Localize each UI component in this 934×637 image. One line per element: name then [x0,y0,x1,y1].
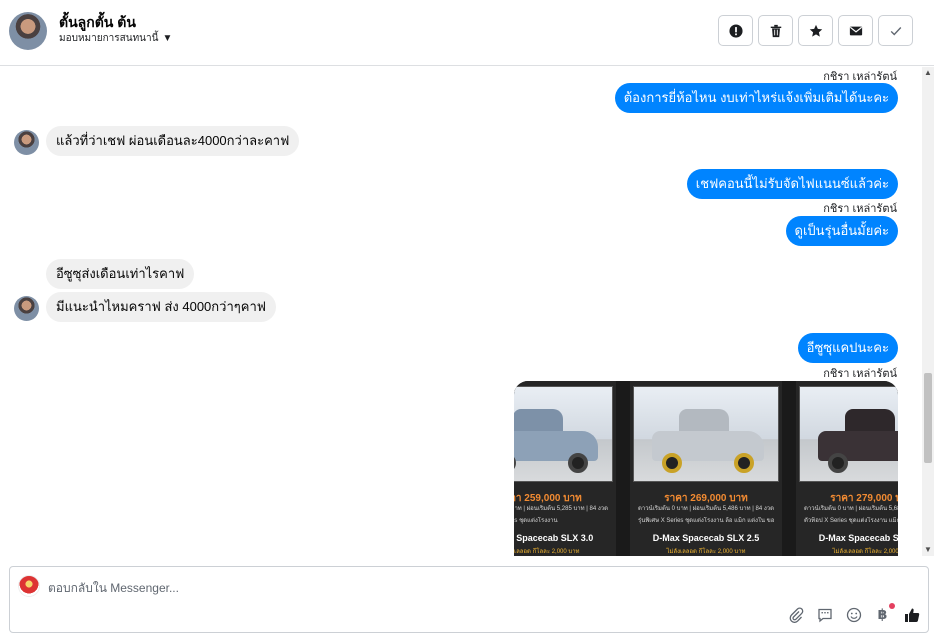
message-incoming[interactable]: แล้วที่ว่าเชฟ ผ่อนเดือนละ4000กว่าละคาฟ [46,126,300,156]
star-button[interactable] [798,15,833,46]
image-attachment[interactable]: ราคา 259,000 บาท ดาวน์เริ่มต้น 0 บาท | ผ… [514,381,898,556]
scrollbar-thumb[interactable] [924,373,932,463]
attach-button[interactable] [787,606,804,623]
wheel [828,453,848,473]
scroll-up-arrow-icon[interactable]: ▲ [922,67,934,79]
car-model: D-Max Spacecab SLX 3.0 [514,533,594,543]
sender-name: กชิรา เหล่ารัตน์ [823,368,897,380]
message-incoming[interactable]: มีแนะนำไหมคราฟ ส่ง 4000กว่าๆคาฟ [46,292,276,322]
car-finance: ดาวน์เริ่มต้น 0 บาท | ผ่อนเริ่มต้น 5,285… [514,506,608,512]
car-model: D-Max Spacecab SLX 3.0 [818,533,898,543]
conversation-header: ตั้นลูกตั้น ต้น มอบหมายการสนทนานี้ ▼ [0,0,934,66]
car-price: ราคา 259,000 บาท [514,493,582,504]
composer-tools: ฿ [787,603,920,623]
mail-button[interactable] [838,15,873,46]
car-card: ราคา 269,000 บาท ดาวน์เริ่มต้น 0 บาท | ผ… [630,381,782,556]
caret-down-icon: ▼ [162,32,173,44]
scroll-down-arrow-icon[interactable]: ▼ [922,544,934,556]
like-button[interactable] [903,606,920,623]
delete-button[interactable] [758,15,793,46]
contact-avatar[interactable] [9,12,47,50]
wheel [568,453,588,473]
wheel [734,453,754,473]
car-footer: ไม่ลังเลลอด กีโลละ 2,000 บาท [666,549,746,555]
header-actions [718,15,913,46]
car-footer: ไม่ลังเลลอด กีโลละ 2,000 บาท [514,549,580,555]
reply-input[interactable] [48,579,648,597]
message-incoming[interactable]: อีซูซุส่งเดือนเท่าไรคาฟ [46,259,195,289]
car-finance: ดาวน์เริ่มต้น 0 บาท | ผ่อนเริ่มต้น 5,689… [804,506,898,512]
message-outgoing[interactable]: ต้องการยี่ห้อไหน งบเท่าไหร่แจ้งเพิ่มเติม… [614,83,898,113]
page-avatar [18,575,40,597]
mark-done-button[interactable] [878,15,913,46]
envelope-icon [849,26,862,35]
car-footer: ไม่ลังเลลอด กีโลละ 2,000 บาท [832,549,898,555]
assign-conversation-dropdown[interactable]: มอบหมายการสนทนานี้ ▼ [59,31,172,46]
saved-reply-button[interactable] [816,606,833,623]
message-thread[interactable]: กชิรา เหล่ารัตน์ ต้องการยี่ห้อไหน งบเท่า… [0,67,922,556]
emoji-button[interactable] [845,606,862,623]
car-photo [633,386,779,482]
contact-avatar-small [14,130,39,155]
exclamation-icon [728,23,743,38]
payment-button[interactable]: ฿ [874,603,895,623]
car-feature: รุ่นพิเศษ X Series ชุดแต่งโรงงาน ล้อ แม็… [638,518,774,524]
message-outgoing[interactable]: อีซูซุแคปนะคะ [797,333,898,363]
car-card: ราคา 259,000 บาท ดาวน์เริ่มต้น 0 บาท | ผ… [514,381,616,556]
trash-icon [770,24,781,37]
assign-label: มอบหมายการสนทนานี้ [59,33,159,44]
thumbs-up-icon [904,608,919,622]
star-icon [809,24,822,37]
car-feature: ตัวท็อป X Series ชุดแต่งโรงงาน แม็กขอบ 1… [804,518,898,524]
car-price: ราคา 269,000 บาท [664,493,748,504]
car-photo [514,386,613,482]
check-icon [890,26,901,36]
notification-dot [889,603,895,609]
message-outgoing[interactable]: ดูเป็นรุ่นอื่นมั้ยค่ะ [785,216,898,246]
message-outgoing[interactable]: เชฟคอนนี้ไม่รับจัดไฟแนนซ์แล้วค่ะ [686,169,898,199]
contact-avatar-small [14,296,39,321]
car-finance: ดาวน์เริ่มต้น 0 บาท | ผ่อนเริ่มต้น 5,486… [638,506,774,512]
saved-reply-icon [817,608,832,622]
inbox-conversation: ตั้นลูกตั้น ต้น มอบหมายการสนทนานี้ ▼ กชิ… [0,0,934,637]
car-feature: รุ่นพิเศษ X Series ชุดแต่งโรงงาน [514,518,558,524]
emoji-icon [846,607,861,622]
car-model: D-Max Spacecab SLX 2.5 [652,533,760,543]
car-photo [799,386,898,482]
reply-composer: ฿ [9,566,929,633]
report-button[interactable] [718,15,753,46]
car-price: ราคา 279,000 บาท [830,493,898,504]
car-card: ราคา 279,000 บาท ดาวน์เริ่มต้น 0 บาท | ผ… [796,381,898,556]
wheel [662,453,682,473]
sender-name: กชิรา เหล่ารัตน์ [823,203,897,215]
paperclip-icon [789,606,803,623]
chat-scrollbar[interactable]: ▲ ▼ [922,67,934,556]
baht-icon: ฿ [877,606,888,622]
